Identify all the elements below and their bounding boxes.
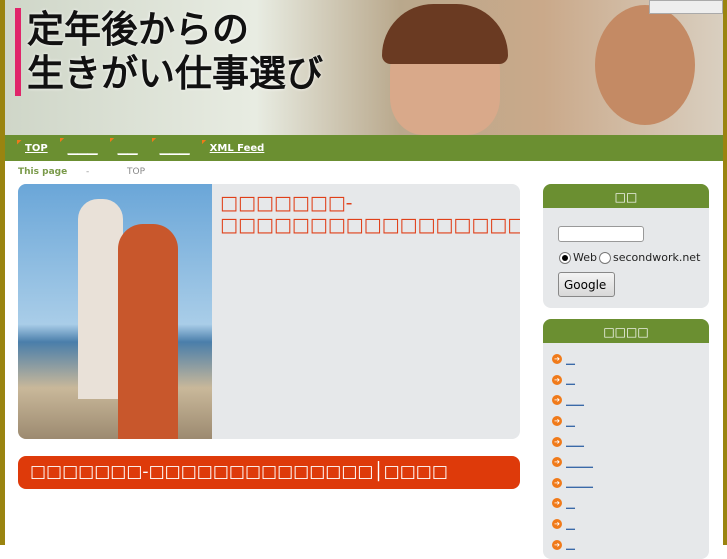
link-list-item: ➔ ＿ bbox=[552, 411, 709, 432]
sidebar-link[interactable]: ＿＿ bbox=[566, 394, 584, 407]
arrow-icon: ➔ bbox=[552, 354, 562, 365]
header-banner: 定年後からの 生きがい仕事選び bbox=[5, 0, 723, 135]
arrow-icon: ➔ bbox=[552, 374, 562, 385]
radio-web[interactable] bbox=[559, 251, 571, 264]
link-list-item: ➔ ＿＿＿ bbox=[552, 452, 709, 473]
main-nav: TOP ＿＿＿ ＿＿ ＿＿＿ XML Feed bbox=[5, 135, 723, 161]
link-list-item: ➔ ＿ bbox=[552, 493, 709, 514]
nav-item-4[interactable]: ＿＿＿ bbox=[152, 141, 190, 156]
breadcrumb-current: TOP bbox=[127, 167, 146, 177]
sidebar-link[interactable]: ＿ bbox=[566, 415, 575, 428]
arrow-icon: ➔ bbox=[552, 416, 562, 427]
sidebar-link[interactable]: ＿＿＿ bbox=[566, 476, 593, 489]
arrow-icon: ➔ bbox=[552, 395, 562, 406]
search-box: □□ Web secondwork.net Google bbox=[543, 184, 709, 308]
logo-accent-bar bbox=[15, 8, 21, 96]
link-list-item: ➔ ＿＿＿ bbox=[552, 473, 709, 494]
links-box-title: □□□□ bbox=[543, 319, 709, 343]
link-list-item: ➔ ＿＿ bbox=[552, 431, 709, 452]
nav-item-2[interactable]: ＿＿＿ bbox=[60, 141, 98, 156]
banner-photo-woman bbox=[382, 4, 508, 135]
sidebar-link[interactable]: ＿＿＿ bbox=[566, 456, 593, 469]
radio-site-label: secondwork.net bbox=[612, 251, 701, 264]
banner-photo-man bbox=[595, 5, 695, 125]
sidebar-link[interactable]: ＿ bbox=[566, 373, 575, 386]
sidebar-link[interactable]: ＿ bbox=[566, 353, 575, 366]
arrow-icon: ➔ bbox=[552, 477, 562, 488]
link-list-item: ➔ ＿ bbox=[552, 514, 709, 535]
breadcrumb-label: This page bbox=[18, 167, 68, 177]
breadcrumb-separator: - bbox=[86, 167, 90, 177]
feature-panel: □□□□□□□-□□□□□□□□□□□□□□□□□□□□□ bbox=[18, 184, 520, 439]
nav-item-xml-feed[interactable]: XML Feed bbox=[202, 143, 265, 154]
sidebar-link[interactable]: ＿＿ bbox=[566, 435, 584, 448]
nav-item-3[interactable]: ＿＿ bbox=[110, 141, 140, 156]
arrow-icon: ➔ bbox=[552, 436, 562, 447]
header-corner-button[interactable] bbox=[649, 0, 723, 14]
feature-photo bbox=[18, 184, 212, 439]
logo-line-2: 生きがい仕事選び bbox=[27, 52, 323, 95]
link-list-item: ➔ ＿＿ bbox=[552, 390, 709, 411]
search-input[interactable] bbox=[558, 226, 644, 242]
links-box: □□□□ ➔ ＿ ➔ ＿ ➔ ＿＿ ➔ ＿ ➔ ＿＿ ➔ ＿＿＿ ➔ ＿＿＿ ➔ ＿ ➔ ＿ ➔ ＿ bbox=[543, 319, 709, 559]
nav-item-top[interactable]: TOP bbox=[17, 143, 48, 154]
arrow-icon: ➔ bbox=[552, 519, 562, 530]
logo-line-1: 定年後からの bbox=[27, 8, 249, 51]
site-logo[interactable]: 定年後からの 生きがい仕事選び bbox=[27, 8, 323, 96]
google-search-button[interactable]: Google bbox=[558, 272, 615, 297]
link-list-item: ➔ ＿ bbox=[552, 349, 709, 370]
radio-web-label: Web bbox=[573, 251, 597, 264]
headline-bar: □□□□□□□-□□□□□□□□□□□□□□│□□□□ bbox=[18, 456, 520, 489]
arrow-icon: ➔ bbox=[552, 498, 562, 509]
sidebar-link[interactable]: ＿ bbox=[566, 497, 575, 510]
page-border-right bbox=[723, 0, 727, 545]
feature-title[interactable]: □□□□□□□-□□□□□□□□□□□□□□□□□□□□□ bbox=[220, 192, 520, 236]
sidebar-link[interactable]: ＿ bbox=[566, 518, 575, 531]
link-list-item: ➔ ＿ bbox=[552, 370, 709, 391]
search-box-title: □□ bbox=[543, 184, 709, 208]
arrow-icon: ➔ bbox=[552, 457, 562, 468]
radio-site[interactable] bbox=[598, 251, 611, 264]
